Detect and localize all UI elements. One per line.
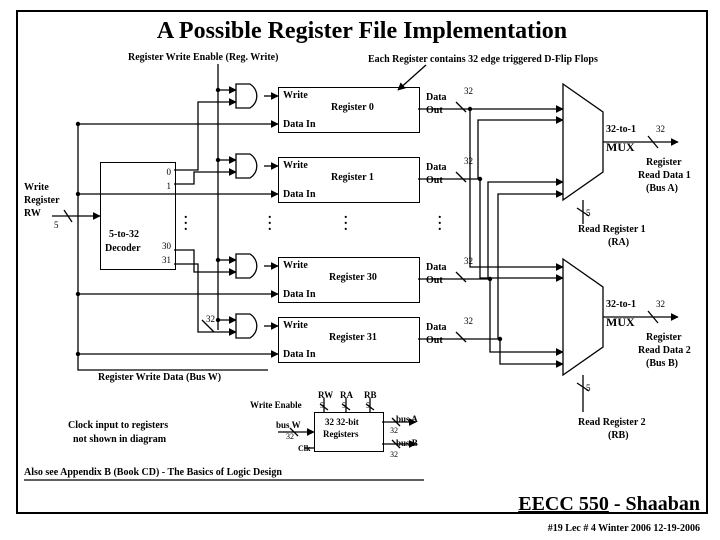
footer-course: EECC 550 - Shaaban — [518, 493, 700, 516]
diagram-svg — [18, 12, 706, 512]
footer-meta: #19 Lec # 4 Winter 2006 12-19-2006 — [548, 523, 700, 534]
